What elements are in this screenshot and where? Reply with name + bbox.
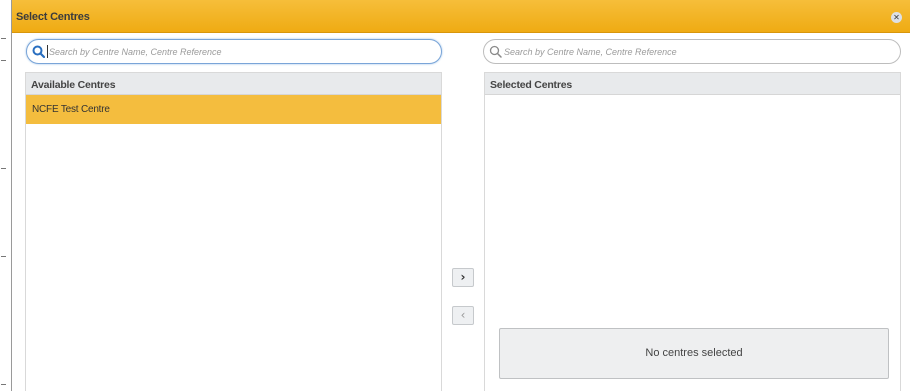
selected-search-field[interactable] bbox=[483, 39, 901, 64]
dialog-title: Select Centres bbox=[16, 11, 90, 23]
selected-centres-header: Selected Centres bbox=[485, 73, 900, 95]
text-caret bbox=[47, 45, 48, 58]
dialog-titlebar: Select Centres ✕ bbox=[12, 0, 910, 33]
available-centres-header: Available Centres bbox=[26, 73, 441, 95]
add-centre-button[interactable]: › bbox=[452, 268, 474, 287]
search-icon bbox=[489, 45, 502, 58]
chevron-left-icon: ‹ bbox=[460, 308, 466, 322]
empty-selection-message: No centres selected bbox=[499, 328, 889, 379]
selected-search-input[interactable] bbox=[504, 46, 900, 57]
close-icon[interactable]: ✕ bbox=[891, 12, 902, 23]
select-centres-dialog: Select Centres ✕ Available Centres NCFE … bbox=[12, 0, 910, 391]
search-icon bbox=[32, 45, 45, 58]
background-page-edge bbox=[0, 0, 12, 391]
remove-centre-button[interactable]: ‹ bbox=[452, 306, 474, 325]
chevron-right-icon: › bbox=[460, 270, 466, 284]
list-item-ncfe-test-centre[interactable]: NCFE Test Centre bbox=[26, 95, 441, 124]
available-centres-panel: Available Centres NCFE Test Centre bbox=[25, 72, 442, 391]
available-search-field[interactable] bbox=[26, 39, 442, 64]
available-search-input[interactable] bbox=[48, 46, 441, 57]
